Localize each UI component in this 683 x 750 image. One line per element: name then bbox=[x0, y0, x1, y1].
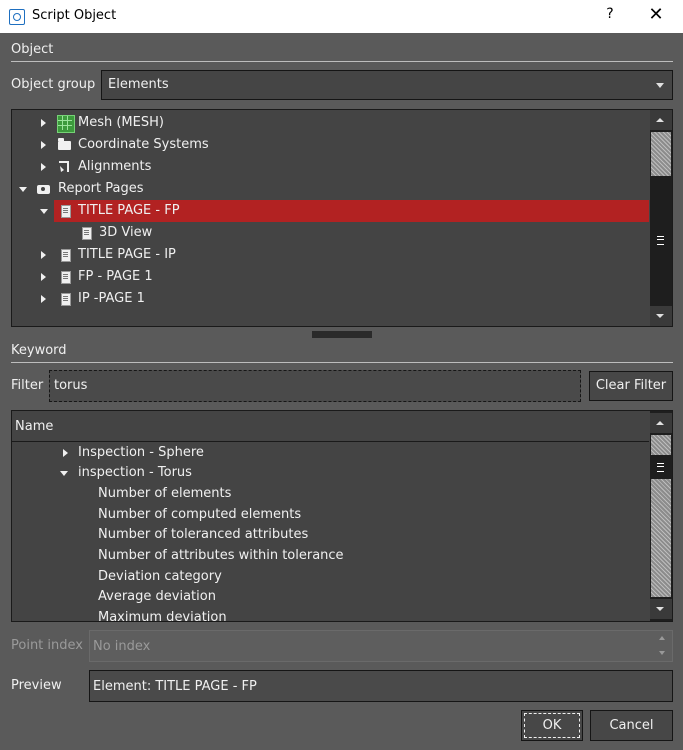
collapse-arrow-icon[interactable] bbox=[60, 471, 68, 476]
object-tree-scrollbar[interactable] bbox=[650, 110, 672, 326]
name-column-header: Name bbox=[15, 419, 54, 434]
scrollbar-track[interactable] bbox=[651, 435, 671, 455]
spin-down-icon[interactable] bbox=[659, 651, 665, 655]
expand-arrow-icon[interactable] bbox=[41, 251, 46, 259]
tree-item-title-page-ip[interactable]: TITLE PAGE - IP bbox=[12, 244, 649, 266]
list-header[interactable]: Name bbox=[12, 411, 649, 442]
spin-up-icon[interactable] bbox=[659, 636, 665, 640]
scroll-up-icon[interactable] bbox=[650, 413, 672, 433]
object-group-label: Object group bbox=[11, 77, 96, 92]
scroll-down-icon[interactable] bbox=[650, 306, 672, 326]
list-item-inspection-sphere[interactable]: Inspection - Sphere bbox=[12, 443, 649, 463]
list-item-label: Inspection - Sphere bbox=[78, 445, 204, 460]
point-index-value: No index bbox=[93, 639, 151, 654]
window-title: Script Object bbox=[32, 8, 117, 23]
preview-field: Element: TITLE PAGE - FP bbox=[89, 670, 673, 702]
page-icon bbox=[61, 249, 71, 262]
tree-item-label: TITLE PAGE - FP bbox=[78, 203, 180, 218]
tree-item-label: TITLE PAGE - IP bbox=[78, 247, 176, 262]
close-button[interactable]: ✕ bbox=[646, 4, 666, 25]
filter-input[interactable]: torus bbox=[49, 370, 581, 402]
expand-arrow-icon[interactable] bbox=[41, 295, 46, 303]
point-index-label: Point index bbox=[11, 638, 83, 653]
list-item-label: inspection - Torus bbox=[78, 465, 192, 480]
tree-item-report-pages[interactable]: Report Pages bbox=[12, 178, 649, 200]
tree-item-label: FP - PAGE 1 bbox=[78, 269, 153, 284]
tree-item-label: Alignments bbox=[78, 159, 152, 174]
tree-item-3d-view[interactable]: 3D View bbox=[12, 222, 649, 244]
page-icon bbox=[82, 227, 92, 240]
tree-item-label: Mesh (MESH) bbox=[78, 115, 164, 130]
tree-item-label: 3D View bbox=[99, 225, 153, 240]
list-item[interactable]: Number of attributes within tolerance bbox=[98, 546, 344, 566]
keyword-section-label: Keyword bbox=[11, 343, 67, 358]
scrollbar-track[interactable] bbox=[651, 132, 671, 176]
expand-arrow-icon[interactable] bbox=[41, 141, 46, 149]
expand-arrow-icon[interactable] bbox=[63, 449, 68, 457]
script-object-app-icon bbox=[9, 9, 25, 25]
collapse-arrow-icon[interactable] bbox=[40, 209, 48, 214]
preview-value: Element: TITLE PAGE - FP bbox=[93, 679, 257, 694]
object-section-label: Object bbox=[11, 42, 54, 57]
tree-item-alignments[interactable]: Alignments bbox=[12, 156, 649, 178]
object-group-value: Elements bbox=[108, 77, 169, 92]
list-item[interactable]: Number of elements bbox=[98, 484, 231, 504]
grip-icon bbox=[657, 463, 664, 472]
chevron-down-icon bbox=[656, 83, 664, 88]
page-icon bbox=[61, 293, 71, 306]
tree-item-fp-page-1[interactable]: FP - PAGE 1 bbox=[12, 266, 649, 288]
list-item[interactable]: Deviation category bbox=[98, 567, 222, 587]
object-tree[interactable]: Mesh (MESH) Coordinate Systems Alignment… bbox=[11, 109, 673, 327]
splitter-handle[interactable] bbox=[312, 331, 372, 338]
object-group-dropdown[interactable]: Elements bbox=[101, 70, 673, 100]
list-item-inspection-torus[interactable]: inspection - Torus bbox=[12, 463, 649, 483]
keyword-list[interactable]: Name Inspection - Sphere inspection - To… bbox=[11, 410, 673, 622]
alignment-icon bbox=[59, 161, 69, 172]
collapse-arrow-icon[interactable] bbox=[19, 187, 27, 192]
cancel-button[interactable]: Cancel bbox=[590, 710, 673, 741]
camera-icon bbox=[37, 185, 50, 194]
filter-label: Filter bbox=[11, 378, 44, 393]
expand-arrow-icon[interactable] bbox=[41, 163, 46, 171]
tree-item-ip-page-1[interactable]: IP -PAGE 1 bbox=[12, 288, 649, 310]
list-item[interactable]: Number of computed elements bbox=[98, 505, 301, 525]
grip-icon bbox=[657, 236, 664, 245]
page-icon bbox=[61, 205, 71, 218]
page-icon bbox=[61, 271, 71, 284]
tree-item-label: Report Pages bbox=[58, 181, 144, 196]
point-index-field[interactable]: No index bbox=[89, 630, 673, 662]
object-section-divider bbox=[11, 61, 673, 62]
ok-button[interactable]: OK bbox=[521, 710, 583, 741]
list-item[interactable]: Maximum deviation bbox=[98, 608, 227, 621]
tree-item-title-page-fp[interactable]: TITLE PAGE - FP bbox=[40, 200, 649, 222]
keyword-list-scrollbar[interactable] bbox=[650, 411, 672, 621]
keyword-section-divider bbox=[11, 362, 673, 363]
tree-item-label: Coordinate Systems bbox=[78, 137, 209, 152]
expand-arrow-icon[interactable] bbox=[41, 273, 46, 281]
preview-label: Preview bbox=[11, 678, 62, 693]
clear-filter-button[interactable]: Clear Filter bbox=[589, 371, 673, 401]
folder-icon bbox=[58, 138, 71, 150]
expand-arrow-icon[interactable] bbox=[41, 119, 46, 127]
help-button[interactable]: ? bbox=[600, 6, 620, 22]
tree-item-label: IP -PAGE 1 bbox=[78, 291, 145, 306]
scrollbar-thumb[interactable] bbox=[651, 455, 671, 479]
title-bar: Script Object ? ✕ bbox=[0, 0, 683, 33]
tree-item-coordinate-systems[interactable]: Coordinate Systems bbox=[12, 134, 649, 156]
scrollbar-thumb[interactable] bbox=[651, 176, 671, 302]
list-item[interactable]: Average deviation bbox=[98, 587, 216, 607]
list-item[interactable]: Number of toleranced attributes bbox=[98, 525, 308, 545]
scroll-up-icon[interactable] bbox=[650, 110, 672, 130]
mesh-icon bbox=[57, 115, 75, 133]
tree-item-mesh[interactable]: Mesh (MESH) bbox=[12, 112, 649, 134]
scroll-down-icon[interactable] bbox=[650, 599, 672, 619]
scrollbar-track[interactable] bbox=[651, 479, 671, 597]
